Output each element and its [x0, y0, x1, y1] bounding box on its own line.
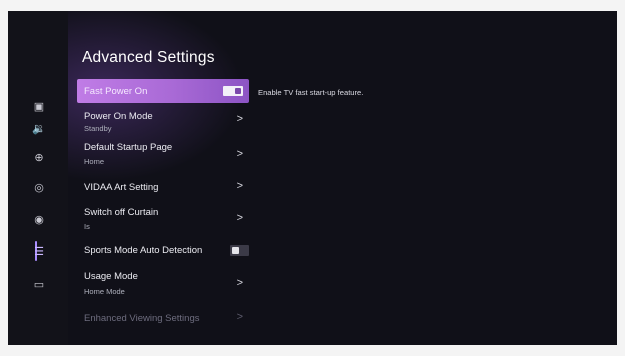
globe-icon[interactable]: ⊕: [23, 147, 55, 167]
picture-icon[interactable]: ▣: [23, 96, 55, 116]
setting-label: Sports Mode Auto Detection: [84, 245, 203, 256]
chevron-right-icon: >: [236, 277, 243, 289]
setting-label: Switch off Curtain: [84, 207, 159, 218]
setting-label: VIDAA Art Setting: [84, 182, 159, 193]
fast-power-on-toggle[interactable]: [223, 86, 243, 96]
toggle-knob: [232, 247, 239, 254]
setting-label: Fast Power On: [84, 86, 148, 97]
chevron-right-icon: >: [236, 212, 243, 224]
setting-value: Is: [84, 222, 90, 231]
setting-label: Default Startup Page: [84, 142, 173, 153]
setting-switch-off-curtain[interactable]: Switch off Curtain Is >: [77, 204, 249, 234]
toggle-knob: [235, 88, 241, 94]
setting-label: Usage Mode: [84, 271, 138, 282]
chevron-right-icon: >: [236, 311, 243, 323]
support-icon[interactable]: ◉: [23, 209, 55, 229]
setting-usage-mode[interactable]: Usage Mode Home Mode >: [77, 268, 249, 298]
setting-sports-mode-auto-detection[interactable]: Sports Mode Auto Detection: [77, 242, 249, 260]
chevron-right-icon: >: [236, 180, 243, 192]
setting-default-startup-page[interactable]: Default Startup Page Home >: [77, 139, 249, 169]
setting-label: Enhanced Viewing Settings: [84, 313, 200, 324]
page-title: Advanced Settings: [82, 49, 215, 66]
setting-fast-power-on[interactable]: Fast Power On: [77, 79, 249, 103]
chevron-right-icon: >: [236, 113, 243, 125]
setting-power-on-mode[interactable]: Power On Mode Standby >: [77, 106, 249, 134]
list-icon[interactable]: ☰: [23, 241, 55, 261]
speaker-icon[interactable]: 🔉: [23, 118, 55, 138]
chevron-right-icon: >: [236, 148, 243, 160]
setting-label: Power On Mode: [84, 111, 153, 122]
setting-value: Home: [84, 157, 105, 166]
monitor-icon[interactable]: ▭: [23, 274, 55, 294]
sports-mode-toggle[interactable]: [230, 245, 249, 256]
setting-value: Standby: [84, 124, 112, 133]
help-description: Enable TV fast start-up feature.: [258, 88, 364, 97]
setting-value: Home Mode: [84, 287, 125, 296]
tv-screen: ▣ 🔉 ⊕ ◎ ◉ ☰ ▭ Advanced Settings Fast Pow…: [8, 11, 617, 345]
setting-enhanced-viewing[interactable]: Enhanced Viewing Settings >: [77, 310, 249, 328]
settings-sidebar: ▣ 🔉 ⊕ ◎ ◉ ☰ ▭: [8, 11, 68, 345]
setting-vidaa-art[interactable]: VIDAA Art Setting >: [77, 177, 249, 199]
compass-icon[interactable]: ◎: [23, 177, 55, 197]
